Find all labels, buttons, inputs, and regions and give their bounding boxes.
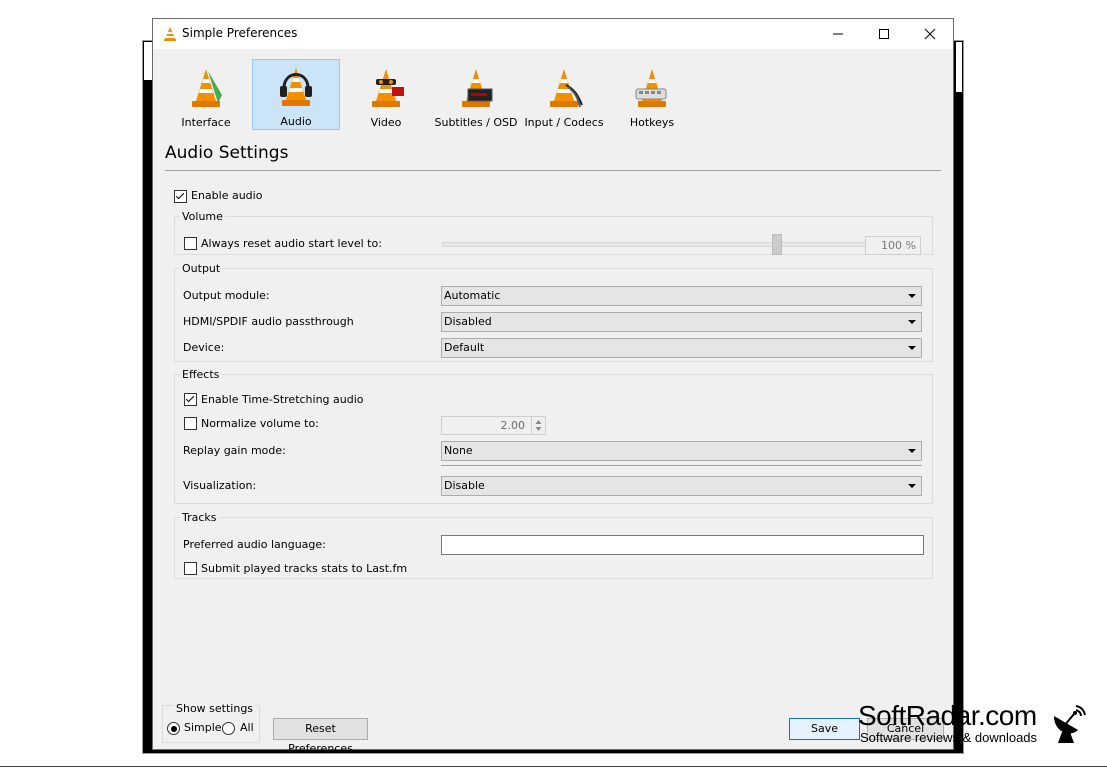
minimize-icon [833,33,843,35]
time-stretch-label: Enable Time-Stretching audio [201,393,364,406]
minimize-button[interactable] [815,19,861,49]
title-bar: Simple Preferences [153,19,953,49]
passthrough-label: HDMI/SPDIF audio passthrough [183,315,354,328]
close-icon [924,28,936,40]
tab-label: Interface [181,116,231,129]
volume-level-value: 100 % [881,239,916,252]
category-toolbar: Interface Audio Video Subtitles / OSD In… [153,59,953,131]
time-stretch-checkbox[interactable] [184,393,197,406]
tab-subtitles-osd[interactable]: Subtitles / OSD [431,60,521,131]
device-select[interactable]: Default [441,338,922,358]
tab-interface[interactable]: Interface [161,60,251,131]
vlc-app-icon [164,27,176,41]
audio-language-label: Preferred audio language: [183,538,326,551]
maximize-button[interactable] [861,19,907,49]
tab-video[interactable]: Video [341,60,431,131]
effects-group-title: Effects [180,368,222,381]
chevron-down-icon [908,320,916,324]
tab-input-codecs[interactable]: Input / Codecs [519,60,609,131]
video-cone-icon [372,69,404,107]
preferences-dialog: Simple Preferences Interface Audio Video… [152,18,954,755]
output-group-title: Output [180,262,223,275]
effects-divider [441,465,922,466]
simple-radio[interactable] [167,722,180,735]
maximize-icon [879,29,889,39]
replay-gain-label: Replay gain mode: [183,444,286,457]
tab-audio[interactable]: Audio [252,59,340,130]
volume-group-title: Volume [180,210,225,223]
all-radio[interactable] [222,722,235,735]
device-value: Default [444,341,485,354]
output-module-select[interactable]: Automatic [441,286,922,306]
tab-label: Audio [280,115,312,128]
window-title: Simple Preferences [182,26,298,40]
simple-label: Simple [184,721,222,734]
hotkeys-cone-icon [635,69,667,107]
close-button[interactable] [907,19,953,49]
all-label: All [240,721,254,734]
visualization-label: Visualization: [183,479,257,492]
spin-up-down-icon [535,420,542,431]
chevron-down-icon [908,449,916,453]
volume-slider-thumb[interactable] [772,234,782,255]
save-button[interactable]: Save [789,718,860,740]
replay-gain-value: None [444,444,473,457]
output-module-value: Automatic [444,289,501,302]
normalize-checkbox[interactable] [184,417,197,430]
tab-label: Input / Codecs [524,116,604,129]
enable-audio-checkbox[interactable] [174,190,187,203]
tab-label: Video [370,116,402,129]
page-title: Audio Settings [165,143,289,163]
chevron-down-icon [908,346,916,350]
subtitles-cone-icon [462,69,493,107]
tracks-group-title: Tracks [180,511,219,524]
codecs-cone-icon [550,69,583,108]
reset-level-label: Always reset audio start level to: [201,237,382,250]
heading-divider [165,170,941,171]
tab-label: Subtitles / OSD [434,116,518,129]
tab-label: Hotkeys [629,116,675,129]
normalize-label: Normalize volume to: [201,417,319,430]
show-settings-title: Show settings [174,702,256,715]
visualization-value: Disable [444,479,485,492]
output-module-label: Output module: [183,289,270,302]
chevron-down-icon [908,294,916,298]
audio-language-input[interactable] [441,535,924,555]
volume-slider-track[interactable] [442,242,868,247]
softradar-watermark: SoftRadar.com Software reviews & downloa… [858,700,1098,750]
reset-level-checkbox[interactable] [184,237,197,250]
spin-arrows[interactable] [531,417,545,434]
device-label: Device: [183,341,225,354]
replay-gain-select[interactable]: None [441,441,922,461]
normalize-spinbox[interactable]: 2.00 [441,416,546,435]
watermark-subtitle: Software reviews & downloads [860,730,1038,745]
reset-preferences-button[interactable]: Reset Preferences [273,718,368,755]
chevron-down-icon [908,484,916,488]
satellite-dish-icon [1054,705,1086,743]
headphones-cone-icon [280,68,312,106]
vlc-cone-icon [192,69,222,107]
lastfm-label: Submit played tracks stats to Last.fm [201,562,408,575]
lastfm-checkbox[interactable] [184,562,197,575]
tab-hotkeys[interactable]: Hotkeys [607,60,697,131]
volume-level-field[interactable]: 100 % [865,236,921,255]
passthrough-value: Disabled [444,315,492,328]
enable-audio-label: Enable audio [191,189,263,202]
normalize-value: 2.00 [500,419,526,432]
visualization-select[interactable]: Disable [441,476,922,496]
watermark-title: SoftRadar.com [858,700,1037,731]
passthrough-select[interactable]: Disabled [441,312,922,332]
